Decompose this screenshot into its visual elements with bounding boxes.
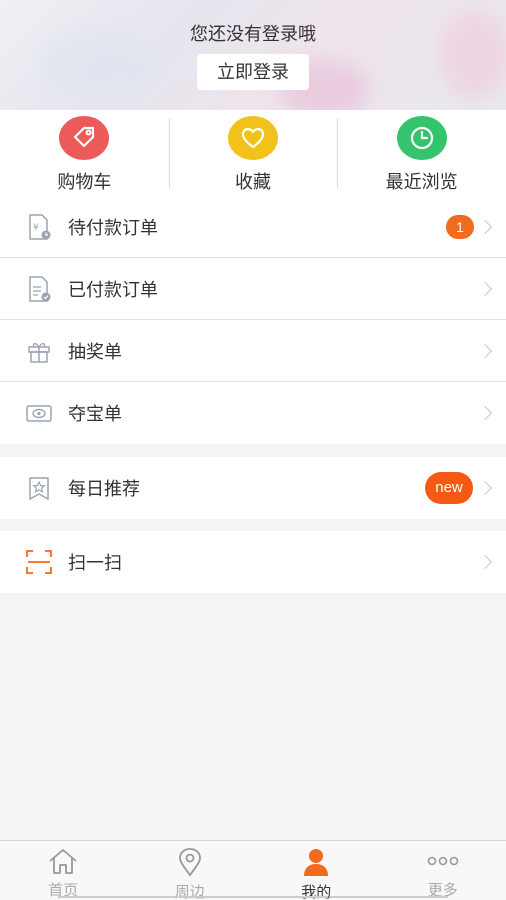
profile-icon	[300, 847, 332, 877]
quick-link-cart[interactable]: 购物车	[0, 110, 169, 196]
home-icon	[47, 847, 79, 875]
list-item-lottery-orders[interactable]: 抽奖单	[0, 320, 506, 382]
scan-icon	[25, 548, 53, 576]
quick-link-label: 最近浏览	[385, 172, 458, 192]
list-item-label: 待付款订单	[68, 217, 158, 238]
chevron-right-icon	[477, 554, 493, 570]
tag-icon	[59, 116, 110, 160]
new-badge: new	[425, 472, 473, 504]
list-item-daily-recommend[interactable]: 每日推荐 new	[0, 457, 506, 519]
list-item-paid-orders[interactable]: 已付款订单	[0, 258, 506, 320]
quick-links: 购物车 收藏 最近浏览	[0, 110, 506, 196]
list-item-treasure-orders[interactable]: 夺宝单	[0, 382, 506, 444]
orders-group: ¥ 待付款订单 1 已付款订单 抽奖单 夺宝单	[0, 196, 506, 444]
tab-underline	[178, 896, 328, 898]
chevron-right-icon	[477, 405, 493, 421]
header-banner: 您还没有登录哦 立即登录	[0, 0, 506, 110]
clock-icon	[396, 116, 447, 160]
star-bookmark-icon	[25, 474, 53, 502]
bottom-tab-bar: 首页 周边 我的 更多	[0, 840, 506, 900]
count-badge: 1	[446, 214, 474, 239]
tab-mine[interactable]: 我的	[253, 841, 380, 900]
tab-more[interactable]: 更多	[380, 841, 506, 900]
list-item-pending-orders[interactable]: ¥ 待付款订单 1	[0, 196, 506, 258]
quick-link-favorites[interactable]: 收藏	[168, 110, 338, 196]
chevron-right-icon	[477, 343, 493, 358]
recommend-group: 每日推荐 new	[0, 457, 506, 519]
chevron-right-icon	[477, 219, 493, 234]
quick-link-recent[interactable]: 最近浏览	[337, 110, 506, 196]
pending-payment-icon: ¥	[25, 213, 53, 241]
treasure-icon	[25, 399, 53, 427]
tab-underline	[58, 896, 176, 898]
more-icon	[427, 847, 459, 875]
svg-text:¥: ¥	[33, 223, 39, 233]
chevron-right-icon	[477, 281, 493, 296]
list-item-scan[interactable]: 扫一扫	[0, 531, 506, 593]
scan-group: 扫一扫	[0, 531, 506, 593]
list-item-label: 已付款订单	[68, 279, 158, 300]
list-item-label: 夺宝单	[68, 404, 122, 424]
paid-order-icon	[25, 275, 53, 303]
list-item-label: 抽奖单	[68, 341, 122, 362]
login-prompt-text: 您还没有登录哦	[190, 24, 316, 44]
tab-nearby[interactable]: 周边	[127, 841, 254, 900]
gift-icon	[25, 337, 53, 365]
quick-link-label: 购物车	[57, 172, 112, 192]
login-button[interactable]: 立即登录	[197, 54, 309, 90]
tab-underline	[330, 896, 448, 898]
chevron-right-icon	[477, 480, 493, 496]
list-item-label: 扫一扫	[68, 553, 122, 573]
tab-home[interactable]: 首页	[0, 841, 127, 900]
quick-link-label: 收藏	[235, 172, 271, 192]
location-icon	[174, 847, 206, 877]
heart-icon	[228, 116, 278, 160]
list-item-label: 每日推荐	[68, 479, 140, 499]
